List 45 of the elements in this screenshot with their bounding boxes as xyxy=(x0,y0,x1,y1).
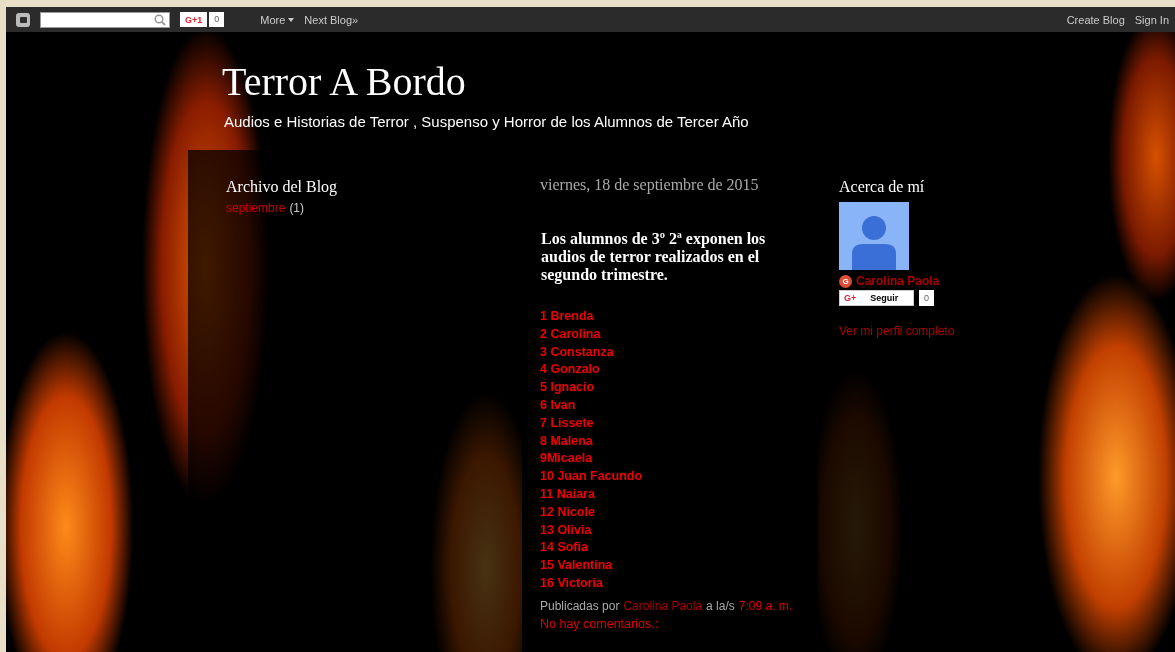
audio-link[interactable]: 2 Carolina xyxy=(540,325,601,344)
audio-link[interactable]: 15 Valentina xyxy=(540,557,613,575)
archive-count: (1) xyxy=(289,201,305,215)
audio-link[interactable]: 13 Olivia xyxy=(540,521,592,540)
navbar-link[interactable]: Create Blog xyxy=(1066,13,1125,26)
widget-title: Archivo del Blog xyxy=(226,178,339,196)
audio-link[interactable]: 1 Brenda xyxy=(540,308,594,326)
audio-link[interactable]: 14 Sofia xyxy=(540,539,588,558)
gplus-count: 0 xyxy=(209,12,225,27)
audio-link[interactable]: 7 Lissete xyxy=(540,414,594,433)
search-field[interactable] xyxy=(40,11,170,28)
audio-link[interactable]: 5 Ignacio xyxy=(540,379,595,397)
caret-icon xyxy=(288,17,295,22)
navbar-link[interactable]: Sign In xyxy=(1134,13,1169,26)
audio-link[interactable]: 6 Ivan xyxy=(540,397,576,415)
avatar-silhouette xyxy=(839,202,909,270)
navbar-link[interactable]: Next Blog» xyxy=(304,13,359,26)
archive-link[interactable]: septiembre xyxy=(226,201,286,215)
blogger-logo-icon[interactable] xyxy=(16,12,30,27)
post-date: viernes, 18 de septiembre de 2015 xyxy=(540,176,760,194)
blog-title[interactable]: Terror A Bordo xyxy=(222,56,1175,108)
gplus-button[interactable]: G+1 xyxy=(180,12,208,27)
author-link[interactable]: Carolina Paola xyxy=(623,598,703,613)
post-footer-text: a la/s xyxy=(706,598,735,613)
audio-link[interactable]: 9Micaela xyxy=(540,450,593,469)
profile-link[interactable]: Ver mi perfil completo xyxy=(839,324,955,338)
blog-description: Audios e Historias de Terror , Suspenso y Horror de los Alumnos de Tercer Año xyxy=(224,113,750,130)
gplus-icon: G xyxy=(839,274,852,288)
audio-link[interactable]: 8 Malena xyxy=(540,432,593,451)
audio-link[interactable]: 12 Nicole xyxy=(540,503,595,522)
navbar-link[interactable]: More xyxy=(260,13,295,26)
widget-title: Acerca de mí xyxy=(839,178,926,196)
audio-link[interactable]: 16 Victoria xyxy=(540,574,603,593)
audio-link[interactable]: 3 Constanza xyxy=(540,343,614,362)
post-footer-text: Publicadas por xyxy=(540,598,620,613)
profile-name-link[interactable]: Carolina Paola xyxy=(856,274,940,288)
audio-link[interactable]: 4 Gonzalo xyxy=(540,361,600,380)
post-title: Los alumnos de 3º 2ª exponen los audios de terror realizados en el segundo trimestre. xyxy=(541,230,767,284)
follow-button[interactable]: G+ Seguir xyxy=(839,290,914,306)
search-icon[interactable] xyxy=(154,13,166,26)
audio-link[interactable]: 10 Juan Facundo xyxy=(540,468,643,486)
comments-link[interactable]: No hay comentarios.: xyxy=(540,616,659,631)
timestamp-link[interactable]: 7:09 a. m. xyxy=(738,598,793,613)
follower-count: 0 xyxy=(919,290,934,306)
audio-link[interactable]: 11 Naiara xyxy=(540,485,595,504)
